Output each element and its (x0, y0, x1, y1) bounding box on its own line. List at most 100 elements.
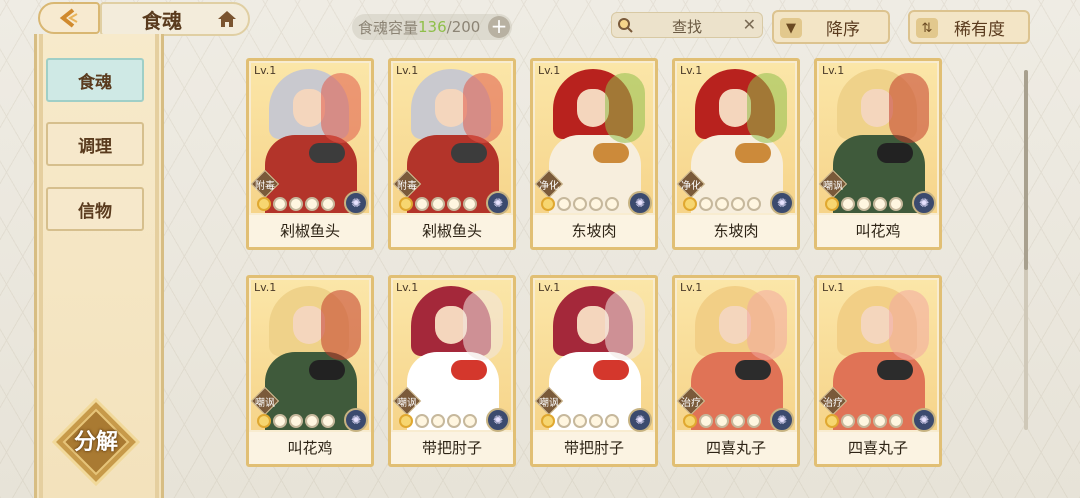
star-icon (321, 197, 335, 211)
card-name: 带把肘子 (533, 432, 655, 464)
back-button[interactable] (38, 2, 100, 34)
star-icon (557, 414, 571, 428)
card-name: 剁椒鱼头 (391, 215, 513, 247)
star-icon (605, 197, 619, 211)
element-icon: ✺ (628, 408, 652, 432)
star-icon (415, 197, 429, 211)
sort-by-button[interactable]: ⇅ 稀有度 (908, 10, 1030, 44)
star-icon (889, 414, 903, 428)
sidebar-item-label: 调理 (78, 136, 112, 157)
sidebar-item-cooking[interactable]: 调理 (46, 122, 144, 166)
foodsoul-card[interactable]: Lv.1 附毒 ✺ 剁椒鱼头 (246, 58, 374, 250)
star-icon (731, 197, 745, 211)
star-icon (321, 414, 335, 428)
foodsoul-card[interactable]: Lv.1 治疗 ✺ 四喜丸子 (814, 275, 942, 467)
role-tag-label: 附毒 (397, 181, 417, 192)
foodsoul-card[interactable]: Lv.1 嘲讽 ✺ 叫花鸡 (814, 58, 942, 250)
add-capacity-button[interactable]: + (488, 16, 510, 38)
level-label: Lv.1 (822, 281, 845, 294)
star-rating (825, 197, 905, 213)
capacity-indicator: 食魂容量 136 /200 + (352, 14, 512, 40)
star-icon (683, 414, 697, 428)
element-icon: ✺ (344, 191, 368, 215)
star-icon (857, 414, 871, 428)
search-input[interactable]: 查找 ✕ (611, 12, 763, 38)
role-tag: 嘲讽 (534, 386, 564, 416)
star-icon (557, 197, 571, 211)
scrollbar[interactable] (1024, 70, 1028, 430)
star-icon (399, 197, 413, 211)
role-tag: 治疗 (818, 386, 848, 416)
capacity-label: 食魂容量 (358, 18, 419, 37)
star-icon (273, 197, 287, 211)
star-icon (699, 414, 713, 428)
sidebar-item-foodsoul[interactable]: 食魂 (46, 58, 144, 102)
star-rating (541, 197, 621, 213)
star-icon (715, 197, 729, 211)
role-tag: 嘲讽 (818, 169, 848, 199)
star-icon (447, 197, 461, 211)
sort-by-label: 稀有度 (954, 19, 1005, 40)
star-icon (715, 414, 729, 428)
star-rating (257, 414, 337, 430)
scrollbar-thumb[interactable] (1024, 70, 1028, 270)
search-icon (618, 18, 633, 33)
star-rating (683, 414, 763, 430)
foodsoul-card[interactable]: Lv.1 嘲讽 ✺ 叫花鸡 (246, 275, 374, 467)
star-rating (541, 414, 621, 430)
level-label: Lv.1 (538, 281, 561, 294)
page-title: 食魂 (142, 8, 182, 33)
foodsoul-card[interactable]: Lv.1 净化 ✺ 东坡肉 (530, 58, 658, 250)
sidebar-item-label: 信物 (78, 201, 112, 222)
star-icon (731, 414, 745, 428)
card-name: 叫花鸡 (817, 215, 939, 247)
card-name: 叫花鸡 (249, 432, 371, 464)
title-tab: 食魂 (100, 2, 250, 36)
foodsoul-card[interactable]: Lv.1 嘲讽 ✺ 带把肘子 (530, 275, 658, 467)
star-rating (257, 197, 337, 213)
star-icon (289, 197, 303, 211)
element-icon: ✺ (770, 408, 794, 432)
home-icon[interactable] (216, 9, 238, 29)
level-label: Lv.1 (822, 64, 845, 77)
foodsoul-card[interactable]: Lv.1 嘲讽 ✺ 带把肘子 (388, 275, 516, 467)
element-icon: ✺ (912, 408, 936, 432)
star-icon (273, 414, 287, 428)
star-icon (841, 414, 855, 428)
foodsoul-card[interactable]: Lv.1 附毒 ✺ 剁椒鱼头 (388, 58, 516, 250)
sidebar-item-label: 食魂 (78, 72, 112, 93)
role-tag-label: 附毒 (255, 181, 275, 192)
star-icon (257, 197, 271, 211)
star-icon (699, 197, 713, 211)
role-tag: 附毒 (250, 169, 280, 199)
card-name: 东坡肉 (675, 215, 797, 247)
star-icon (573, 414, 587, 428)
level-label: Lv.1 (254, 64, 277, 77)
star-icon (541, 197, 555, 211)
star-icon (857, 197, 871, 211)
capacity-max: /200 (446, 18, 481, 36)
element-icon: ✺ (486, 408, 510, 432)
element-icon: ✺ (628, 191, 652, 215)
foodsoul-card[interactable]: Lv.1 治疗 ✺ 四喜丸子 (672, 275, 800, 467)
element-icon: ✺ (912, 191, 936, 215)
sort-order-label: 降序 (826, 19, 860, 40)
role-tag: 净化 (534, 169, 564, 199)
foodsoul-card[interactable]: Lv.1 净化 ✺ 东坡肉 (672, 58, 800, 250)
star-icon (589, 197, 603, 211)
capacity-current: 136 (418, 18, 447, 36)
sort-order-button[interactable]: ▼ 降序 (772, 10, 890, 44)
role-tag: 净化 (676, 169, 706, 199)
star-rating (683, 197, 763, 213)
star-icon (431, 414, 445, 428)
card-name: 剁椒鱼头 (249, 215, 371, 247)
star-icon (747, 197, 761, 211)
decompose-button[interactable]: 分解 (51, 397, 141, 487)
role-tag: 附毒 (392, 169, 422, 199)
sidebar-item-token[interactable]: 信物 (46, 187, 144, 231)
clear-icon[interactable]: ✕ (743, 15, 756, 34)
star-icon (683, 197, 697, 211)
star-icon (463, 197, 477, 211)
role-tag-label: 净化 (539, 181, 559, 192)
star-icon (825, 197, 839, 211)
